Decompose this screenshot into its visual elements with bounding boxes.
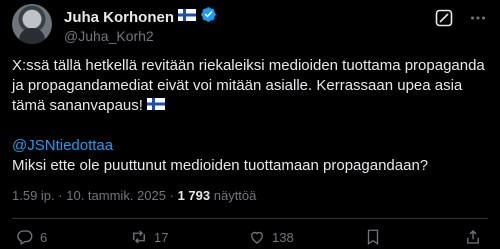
views-count: 1 793 bbox=[177, 188, 211, 203]
action-bar: 6 17 138 bbox=[12, 228, 488, 248]
tweet-date[interactable]: 10. tammik. 2025 bbox=[66, 188, 166, 203]
reply-count: 6 bbox=[40, 229, 48, 245]
author-display-name[interactable]: Juha Korhonen bbox=[64, 9, 174, 26]
tweet-question: Miksi ette ole puuttunut medioiden tuott… bbox=[12, 157, 429, 175]
meta-separator: · bbox=[58, 188, 63, 203]
finland-flag-icon bbox=[147, 96, 166, 116]
repost-icon bbox=[130, 228, 148, 246]
avatar[interactable] bbox=[12, 4, 52, 44]
like-button[interactable]: 138 bbox=[248, 228, 294, 246]
header-actions bbox=[434, 8, 488, 28]
reply-button[interactable]: 6 bbox=[16, 228, 47, 246]
like-count: 138 bbox=[272, 229, 294, 245]
tweet-paragraph: X:ssä tällä hetkellä revitään riekaleiks… bbox=[12, 56, 488, 116]
tweet-time[interactable]: 1.59 ip. bbox=[12, 188, 55, 203]
more-icon[interactable] bbox=[468, 8, 488, 28]
reply-icon bbox=[16, 228, 34, 246]
views-label: näyttöä bbox=[213, 188, 257, 203]
bookmark-button[interactable] bbox=[364, 228, 382, 246]
tweet-meta: 1.59 ip. · 10. tammik. 2025 · 1 793 näyt… bbox=[12, 188, 256, 203]
divider bbox=[12, 218, 488, 219]
author-name-row: Juha Korhonen bbox=[64, 6, 217, 28]
verified-badge-icon[interactable] bbox=[200, 6, 217, 28]
grok-icon[interactable] bbox=[434, 8, 454, 28]
tweet-body: X:ssä tällä hetkellä revitään riekaleiks… bbox=[12, 56, 488, 176]
tweet-header: Juha Korhonen @Juha_Korh2 bbox=[12, 4, 488, 44]
like-icon bbox=[248, 228, 266, 246]
share-icon bbox=[464, 228, 482, 246]
repost-count: 17 bbox=[154, 229, 169, 245]
mention-link[interactable]: @JSNtiedottaa bbox=[12, 137, 113, 154]
author-handle[interactable]: @Juha_Korh2 bbox=[64, 28, 154, 44]
share-button[interactable] bbox=[464, 228, 482, 246]
meta-separator: · bbox=[169, 188, 174, 203]
bookmark-icon bbox=[364, 228, 382, 246]
finland-flag-icon bbox=[178, 8, 197, 26]
repost-button[interactable]: 17 bbox=[130, 228, 168, 246]
tweet-text-line: X:ssä tällä hetkellä revitään riekaleiks… bbox=[12, 57, 485, 114]
